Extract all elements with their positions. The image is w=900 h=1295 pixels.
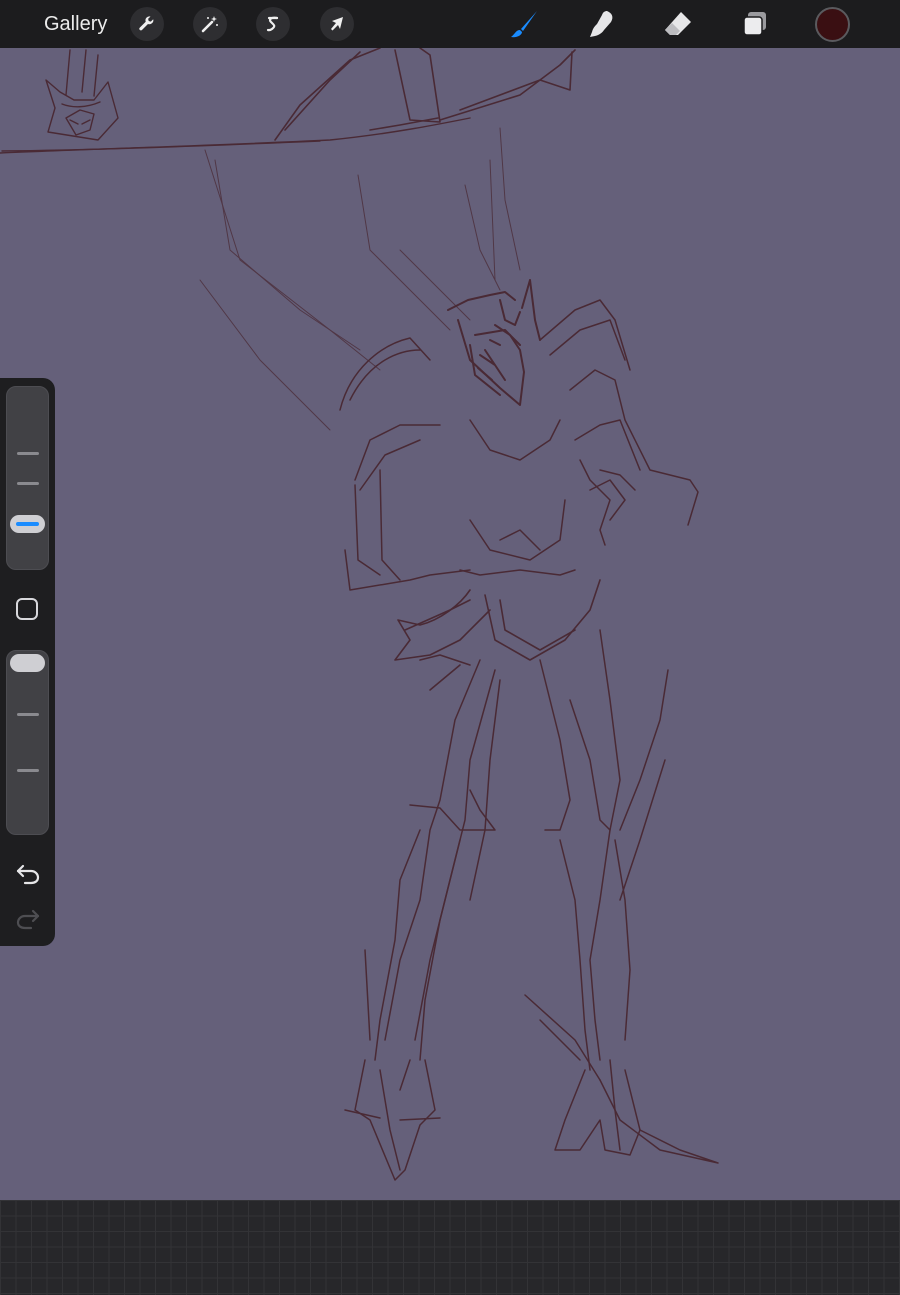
sketch-artwork (0, 48, 900, 1200)
slider-tick (17, 713, 39, 716)
redo-button[interactable] (14, 905, 42, 933)
modifier-square-button[interactable] (16, 598, 38, 620)
redo-arrow-icon (16, 909, 40, 930)
undo-button[interactable] (14, 860, 42, 888)
smudge-tool-button[interactable] (583, 6, 619, 42)
magic-wand-icon (201, 16, 218, 33)
canvas-outside-grid (0, 1200, 900, 1295)
layers-icon (743, 12, 766, 36)
top-toolbar: Gallery (0, 0, 900, 48)
selection-s-icon (266, 16, 279, 32)
actions-button[interactable] (130, 7, 164, 41)
opacity-thumb[interactable] (10, 654, 45, 672)
smudge-finger-icon (590, 11, 613, 37)
eraser-icon (665, 12, 691, 35)
slider-tick (17, 482, 39, 485)
layers-button[interactable] (737, 6, 773, 42)
slider-tick (17, 769, 39, 772)
wrench-icon (139, 16, 154, 31)
transform-button[interactable] (320, 7, 354, 41)
gallery-button[interactable]: Gallery (44, 0, 107, 48)
opacity-slider[interactable] (6, 650, 49, 835)
drawing-canvas[interactable] (0, 48, 900, 1200)
brush-icon (511, 11, 537, 38)
arrow-cursor-icon (331, 17, 343, 31)
brush-size-slider[interactable] (6, 386, 49, 570)
brush-size-thumb[interactable] (10, 514, 45, 533)
eraser-tool-button[interactable] (660, 6, 696, 42)
brush-tool-button[interactable] (507, 6, 543, 42)
left-sidebar (0, 378, 55, 946)
undo-arrow-icon (16, 864, 40, 885)
slider-tick (17, 452, 39, 455)
selection-button[interactable] (256, 7, 290, 41)
color-picker-swatch[interactable] (815, 7, 850, 42)
adjustments-button[interactable] (193, 7, 227, 41)
